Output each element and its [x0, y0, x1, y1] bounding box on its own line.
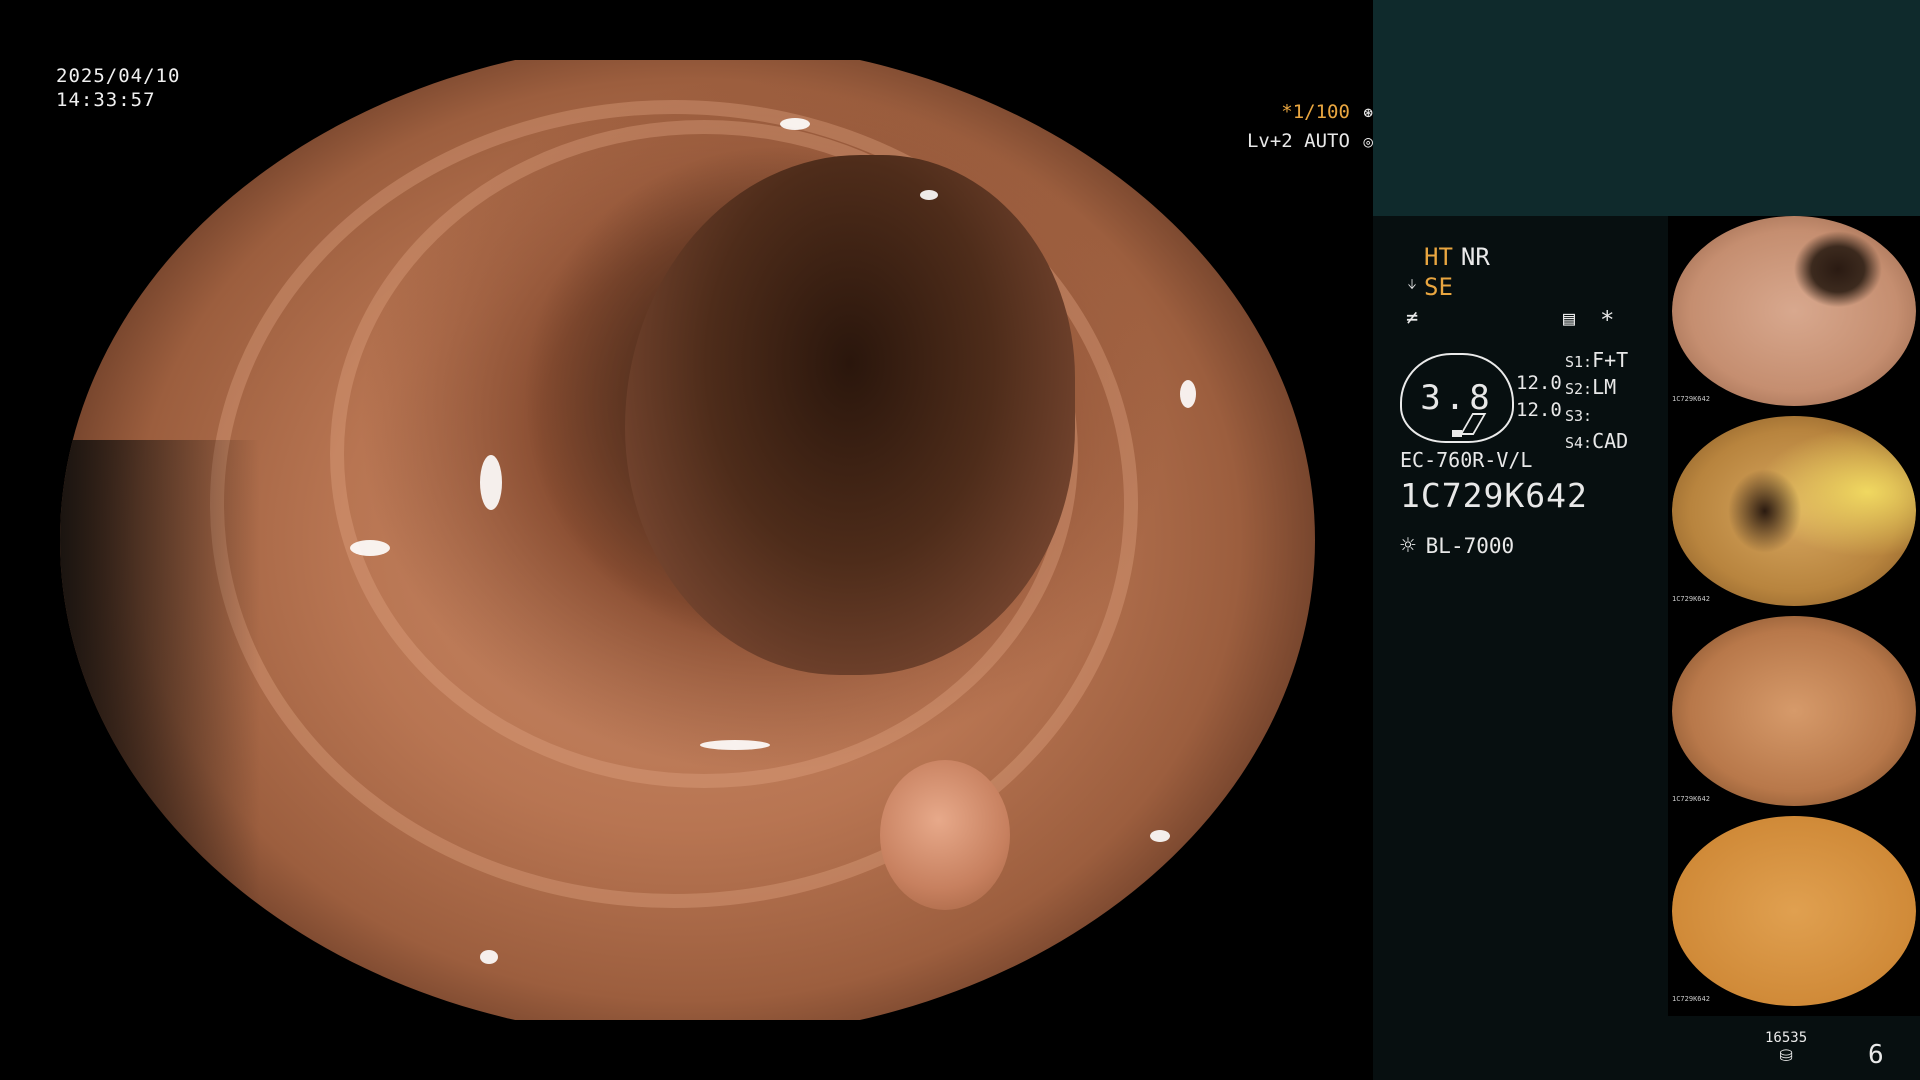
processing-settings: HT NR ᛎ SE ≠	[1400, 242, 1490, 332]
light-reflection	[1180, 380, 1196, 408]
light-reflection	[480, 950, 498, 964]
image-count-value: 16535	[1765, 1030, 1808, 1046]
date: 2025/04/10	[56, 65, 181, 87]
light-reflection	[700, 740, 770, 750]
aperture-icon: ⊛	[1363, 103, 1373, 122]
light-source-label: BL-7000	[1425, 534, 1515, 558]
light-reflection	[780, 118, 810, 130]
thumbnail-caption: 1C729K642	[1672, 395, 1710, 403]
star-indicator: *	[1600, 306, 1615, 334]
menu-icon: ▤	[1563, 306, 1576, 330]
thumbnail[interactable]: 1C729K642	[1668, 216, 1920, 416]
thumbnail-image	[1672, 416, 1916, 606]
database-icon: ⛁	[1779, 1046, 1793, 1065]
scope-model: EC-760R-V/L	[1400, 448, 1533, 472]
gauge-value-1: 12.0	[1516, 372, 1562, 394]
panel-header-block	[1373, 0, 1920, 216]
gauge-values: 12.0 12.0	[1516, 370, 1562, 424]
light-reflection	[920, 190, 938, 200]
light-reflection	[1150, 830, 1170, 842]
thumbnail-image	[1672, 816, 1916, 1006]
auto-exposure-icon: ◎	[1363, 132, 1373, 151]
thumbnail-image	[1672, 216, 1916, 406]
freeze-icon: ≠	[1405, 305, 1419, 329]
thumbnail-caption: 1C729K642	[1672, 795, 1710, 803]
thumbnail-image	[1672, 616, 1916, 806]
ht-indicator: HT	[1424, 243, 1453, 271]
thumbnail-caption: 1C729K642	[1672, 595, 1710, 603]
thumbnail[interactable]: 1C729K642	[1668, 816, 1920, 1016]
thumbnail-caption: 1C729K642	[1672, 995, 1710, 1003]
slot-s1: S1:F+T	[1565, 348, 1629, 372]
light-source: ☼ BL-7000	[1400, 531, 1514, 561]
timestamp: 2025/04/10 14:33:57	[56, 64, 180, 112]
thumbnail[interactable]: 1C729K642	[1668, 616, 1920, 816]
sun-icon: ☼	[1400, 531, 1416, 561]
level-readout: Lv+2 AUTO ◎	[1143, 127, 1373, 156]
zoom-gauge: 3.8	[1400, 353, 1514, 443]
scope-serial: 1C729K642	[1400, 476, 1588, 515]
light-reflection	[350, 540, 390, 556]
slot-s4: S4:CAD	[1565, 429, 1629, 453]
se-indicator: SE	[1424, 273, 1453, 301]
exposure-level: Lv+2 AUTO	[1246, 130, 1350, 152]
thumbnail-strip: 1C729K642 1C729K642 1C729K642 1C729K642	[1668, 216, 1920, 1016]
slot-s2: S2:LM	[1565, 375, 1617, 399]
gauge-value: 3.8	[1420, 378, 1494, 418]
thumbnail[interactable]: 1C729K642	[1668, 416, 1920, 616]
light-reflection	[480, 455, 502, 510]
shutter-speed: *1/100	[1281, 101, 1350, 123]
endoscope-image	[60, 60, 1315, 1020]
exposure-info: *1/100 ⊛ Lv+2 AUTO ◎	[1143, 98, 1373, 156]
slot-s3: S3:	[1565, 407, 1593, 425]
image-count: 16535 ⛁	[1765, 1030, 1807, 1065]
switch-assignments: S1:F+T S2:LM S3: S4:CAD	[1565, 348, 1628, 456]
vignette	[60, 440, 260, 1020]
polyp	[880, 760, 1010, 910]
nr-indicator: NR	[1460, 243, 1490, 271]
structure-enhancement-icon: ᛎ	[1406, 275, 1418, 299]
gauge-value-2: 12.0	[1516, 399, 1562, 421]
endoscopy-view: 2025/04/10 14:33:57 *1/100 ⊛ Lv+2 AUTO ◎	[0, 0, 1373, 1080]
shutter-readout: *1/100 ⊛	[1143, 98, 1373, 127]
page-number: 6	[1868, 1040, 1884, 1070]
time: 14:33:57	[56, 89, 156, 111]
